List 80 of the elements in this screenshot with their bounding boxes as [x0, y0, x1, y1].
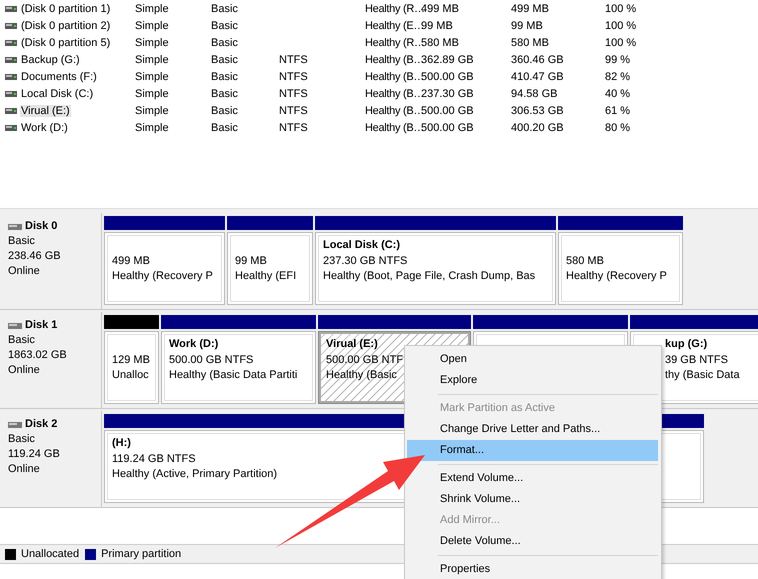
partition-info: 237.30 GB NTFS — [323, 254, 408, 268]
partition-info: Healthy (Active, Primary Partition) — [112, 467, 278, 482]
partition-title: kup (G:) — [665, 338, 708, 350]
table-cell: 410.47 GB — [511, 70, 564, 82]
table-cell: NTFS — [279, 54, 308, 66]
table-cell: Basic — [211, 122, 238, 134]
table-cell: 100 % — [605, 36, 636, 48]
disk-name: Disk 2 — [25, 417, 58, 432]
partition-info: 39 GB NTFS — [665, 352, 728, 368]
partition-info: Healthy (Basic — [326, 368, 397, 383]
partition-info: 119.24 GB NTFS — [112, 452, 196, 466]
table-cell: Basic — [211, 54, 238, 66]
partition-info: Healthy (Basic Data Partiti — [169, 368, 298, 383]
table-cell: 362.89 GB — [421, 54, 474, 66]
partition-title: Virual (E:) — [326, 338, 378, 350]
table-cell: 40 % — [605, 88, 630, 100]
table-cell: NTFS — [279, 104, 308, 116]
partition-info: 499 MB — [112, 254, 150, 268]
partition-info: 129 MB — [112, 352, 150, 368]
partition-info: Unalloc — [112, 368, 149, 383]
table-cell: Simple — [135, 104, 169, 116]
table-cell: Simple — [135, 122, 169, 134]
table-cell: 580 MB — [511, 36, 549, 48]
table-cell: Simple — [135, 2, 169, 14]
table-cell: Basic — [211, 2, 238, 14]
table-cell: Basic — [211, 20, 238, 32]
partition-info: 500.00 GB NTF — [326, 352, 404, 368]
disk-status: Online — [8, 363, 41, 378]
disk-status: Online — [8, 462, 41, 477]
partition-info: 99 MB — [235, 254, 267, 268]
table-cell: Simple — [135, 54, 169, 66]
partition-info: Healthy (Boot, Page File, Crash Dump, Bas — [323, 269, 536, 284]
table-cell: 100 % — [605, 2, 636, 14]
table-cell: Basic — [211, 36, 238, 48]
partition-title: Local Disk (C:) — [323, 239, 400, 251]
disk-type: Basic — [8, 234, 36, 249]
disk-size: 119.24 GB — [8, 447, 61, 462]
partition-info: 500.00 GB NTFS — [169, 352, 254, 368]
disk-size: 1863.02 GB — [8, 348, 68, 363]
table-cell: 61 % — [605, 104, 630, 116]
disk-type: Basic — [8, 432, 36, 447]
table-cell: Simple — [135, 20, 169, 32]
table-cell: 99 MB — [421, 20, 453, 32]
table-cell: Simple — [135, 70, 169, 82]
table-cell: Basic — [211, 104, 238, 116]
table-cell: 99 MB — [511, 20, 543, 32]
table-cell: 500.00 GB — [421, 122, 474, 134]
partition-info: Healthy (Recovery P — [112, 269, 213, 284]
partition-info: Healthy (EFI — [235, 269, 296, 284]
disk-type: Basic — [8, 333, 36, 348]
table-cell: Simple — [135, 88, 169, 100]
table-cell: 99 % — [605, 54, 630, 66]
disk-status: Online — [8, 264, 41, 279]
table-cell: 500.00 GB — [421, 70, 474, 82]
table-cell: 499 MB — [511, 2, 549, 14]
table-cell: Basic — [211, 70, 238, 82]
disk-size: 238.46 GB — [8, 249, 62, 264]
partition-title: Work (D:) — [169, 338, 218, 350]
table-cell: Basic — [211, 88, 238, 100]
partition-info: Healthy (Recovery P — [566, 269, 667, 284]
legend-label: Primary partition — [101, 548, 182, 560]
legend-label: Unallocated — [21, 548, 80, 560]
table-cell: 360.46 GB — [511, 54, 564, 66]
table-cell: Simple — [135, 36, 169, 48]
table-cell: NTFS — [279, 122, 308, 134]
table-cell: NTFS — [279, 70, 308, 82]
table-cell: 306.53 GB — [511, 104, 564, 116]
partition-title: (H:) — [112, 437, 131, 449]
table-cell: 237.30 GB — [421, 88, 474, 100]
table-cell: 80 % — [605, 122, 630, 134]
table-cell: NTFS — [279, 88, 308, 100]
disk-name: Disk 0 — [25, 219, 58, 234]
partition-info: 580 MB — [566, 254, 604, 268]
table-cell: 400.20 GB — [511, 122, 564, 134]
partition-info: thy (Basic Data — [665, 368, 740, 383]
table-cell: 100 % — [605, 20, 636, 32]
table-cell: 82 % — [605, 70, 630, 82]
table-cell: 94.58 GB — [511, 88, 558, 100]
table-cell: 500.00 GB — [421, 104, 474, 116]
disk-name: Disk 1 — [25, 318, 58, 333]
